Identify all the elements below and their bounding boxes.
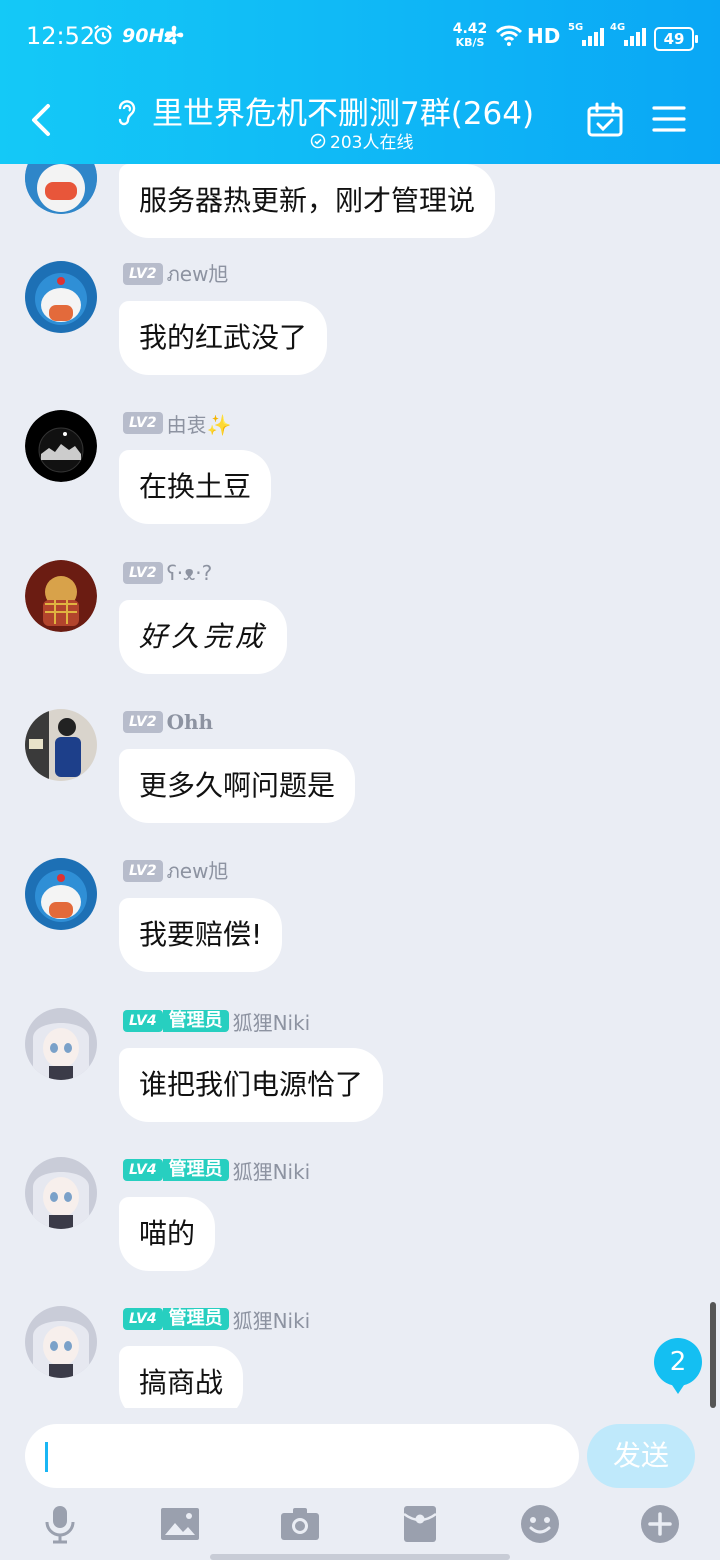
signal-4g-icon: 4G [610, 22, 650, 48]
alarm-icon [94, 25, 112, 45]
message-bubble[interactable]: 喵的 [119, 1197, 216, 1271]
status-bar: 12:52 90Hz 4.42 KB/S HD 5G 4G 49 [0, 0, 720, 76]
message-bubble[interactable]: 在换土豆 [119, 450, 272, 524]
message-bubble[interactable]: 我要赔偿! [119, 898, 283, 972]
sender-name[interactable]: 狐狸Niki [233, 1156, 311, 1185]
speed-value: 4.42 [452, 21, 488, 37]
send-button[interactable]: 发送 [587, 1424, 695, 1488]
online-check-icon [310, 133, 326, 148]
admin-badge: 管理员 [162, 1159, 229, 1181]
level-badge: LV4 [123, 1308, 163, 1330]
message-input[interactable] [25, 1424, 579, 1488]
online-count[interactable]: 203人在线 [310, 128, 413, 153]
hd-indicator: HD [527, 24, 561, 48]
sender-meta: LV4 管理员 狐狸Niki [123, 1007, 311, 1036]
sender-name[interactable]: ภew旭 [167, 258, 229, 290]
level-badge: LV2 [123, 711, 163, 733]
scrollbar-thumb[interactable] [710, 1302, 716, 1408]
avatar[interactable] [25, 410, 97, 482]
sender-name[interactable]: 狐狸Niki [233, 1305, 311, 1334]
admin-badge: 管理员 [162, 1308, 229, 1330]
net-label-4g: 4G [610, 22, 626, 33]
sender-meta: LV4 管理员 狐狸Niki [123, 1305, 311, 1334]
sender-meta: LV2 ʕ·ᴥ·? [123, 560, 212, 586]
ear-icon[interactable] [112, 96, 140, 128]
level-badge: LV4 [123, 1159, 163, 1181]
input-bar: 发送 [0, 1408, 720, 1560]
avatar[interactable] [25, 261, 97, 333]
level-badge: LV2 [123, 412, 163, 434]
battery-indicator: 49 [654, 27, 698, 51]
message-bubble[interactable]: 我的红武没了 [119, 301, 328, 375]
mic-icon[interactable] [40, 1504, 80, 1544]
input-toolbar [0, 1504, 720, 1548]
sender-name[interactable]: 由衷✨ [167, 409, 232, 438]
speed-unit: KB/S [455, 36, 485, 49]
group-title[interactable]: 里世界危机不删测7群(264) [152, 88, 534, 133]
message-bubble[interactable]: 搞商战 [119, 1346, 244, 1408]
image-icon[interactable] [160, 1504, 200, 1544]
admin-badge: 管理员 [162, 1010, 229, 1032]
plus-icon[interactable] [640, 1504, 680, 1544]
level-badge: LV2 [123, 562, 163, 584]
level-badge: LV2 [123, 860, 163, 882]
home-indicator[interactable] [210, 1554, 510, 1560]
red-packet-icon[interactable] [400, 1504, 440, 1544]
network-speed: 4.42 KB/S [448, 22, 492, 50]
sender-meta: LV2 ภew旭 [123, 858, 228, 884]
status-time: 12:52 [26, 22, 96, 50]
avatar[interactable] [25, 1008, 97, 1080]
avatar[interactable] [25, 1157, 97, 1229]
camera-icon[interactable] [280, 1504, 320, 1544]
avatar[interactable] [25, 560, 97, 632]
wifi-icon [495, 25, 523, 46]
avatar[interactable] [25, 858, 97, 930]
avatar[interactable] [25, 709, 97, 781]
unread-count-badge[interactable]: 2 [654, 1338, 702, 1394]
fan-icon [164, 25, 184, 45]
emoji-icon[interactable] [520, 1504, 560, 1544]
level-badge: LV2 [123, 263, 163, 285]
level-badge: LV4 [123, 1010, 163, 1032]
sender-meta: LV4 管理员 狐狸Niki [123, 1156, 311, 1185]
sender-meta: LV2 由衷✨ [123, 409, 232, 438]
avatar[interactable] [25, 1306, 97, 1378]
text-caret [45, 1442, 48, 1472]
menu-icon[interactable] [652, 104, 686, 134]
avatar[interactable] [25, 164, 97, 214]
calendar-check-icon[interactable] [586, 102, 624, 138]
online-count-label: 203人在线 [330, 133, 414, 153]
message-list[interactable]: 服务器热更新，刚才管理说 LV2 ภew旭 我的红武没了 LV2 由衷✨ 在换土… [0, 164, 720, 1408]
top-header: 12:52 90Hz 4.42 KB/S HD 5G 4G 49 里世界危机不删… [0, 0, 720, 164]
sender-name[interactable]: ภew旭 [167, 855, 229, 887]
message-bubble[interactable]: 谁把我们电源恰了 [119, 1048, 384, 1122]
sender-meta: LV2 ภew旭 [123, 261, 228, 287]
sender-name[interactable]: ʕ·ᴥ·? [167, 561, 213, 586]
message-bubble[interactable]: 更多久啊问题是 [119, 749, 356, 823]
sender-meta: LV2 Ohh [123, 709, 213, 735]
signal-5g-icon: 5G [568, 22, 608, 48]
message-bubble[interactable]: 好久完成 [119, 600, 288, 674]
message-bubble[interactable]: 服务器热更新，刚才管理说 [119, 164, 496, 238]
sender-name[interactable]: Ohh [167, 710, 214, 734]
chat-nav-bar: 里世界危机不删测7群(264) 203人在线 [0, 76, 720, 164]
back-arrow-icon[interactable] [24, 98, 60, 142]
sender-name[interactable]: 狐狸Niki [233, 1007, 311, 1036]
net-label-5g: 5G [568, 22, 584, 33]
